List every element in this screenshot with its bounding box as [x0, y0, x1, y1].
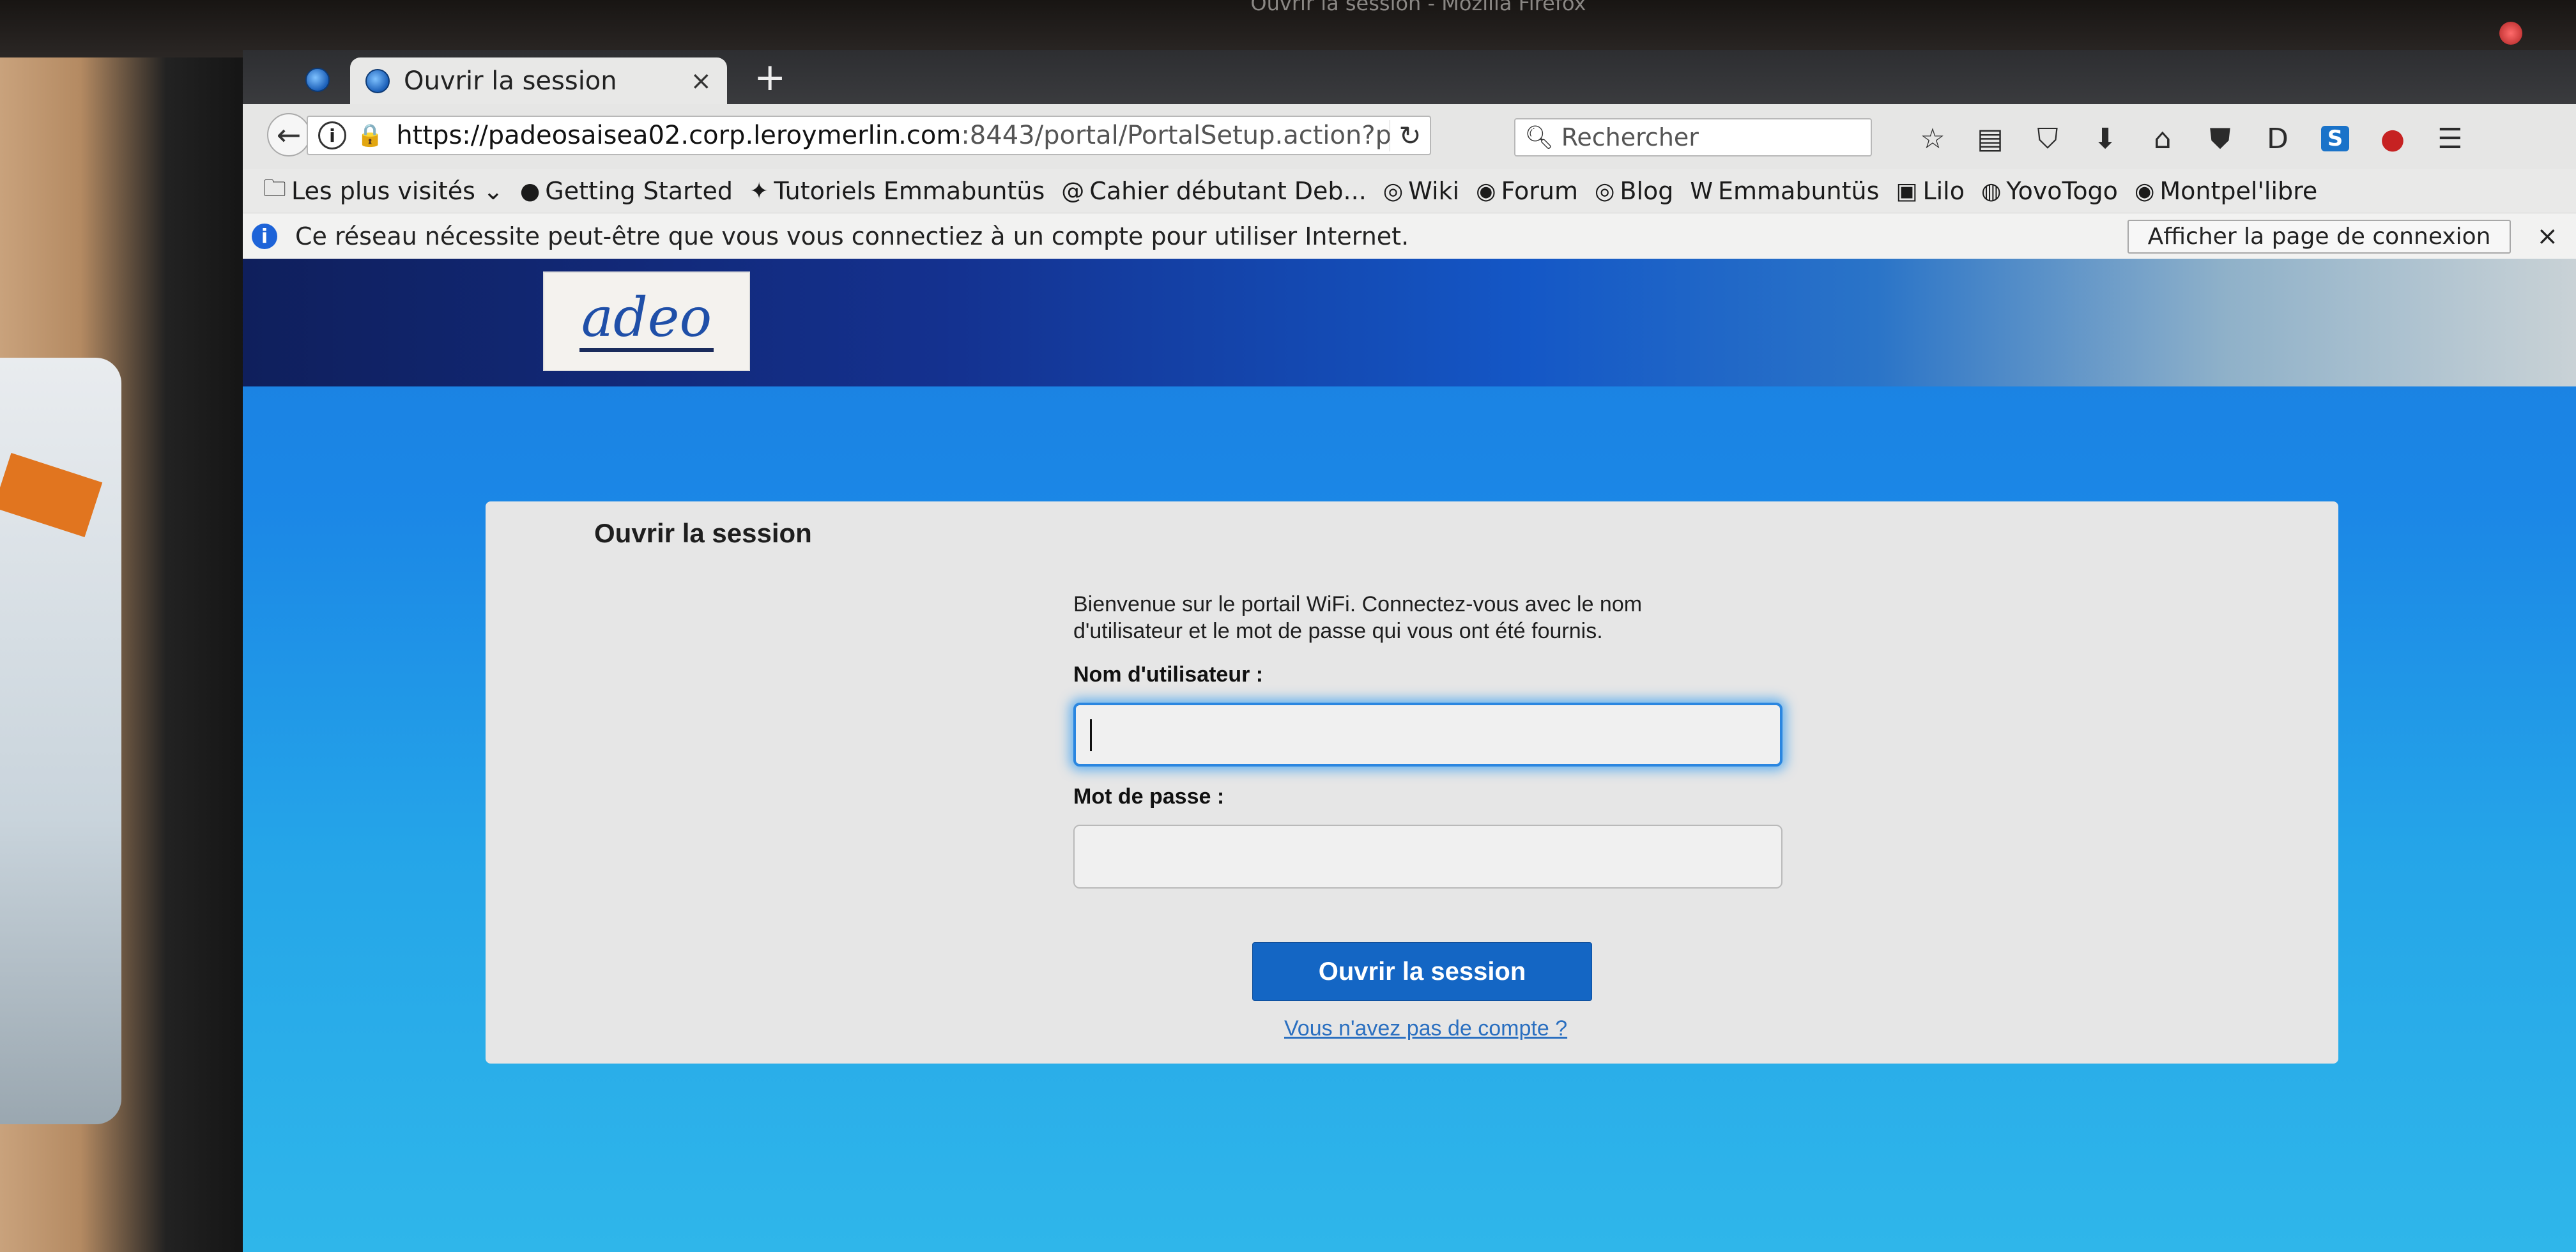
adeo-logo: adeo — [543, 271, 750, 371]
no-account-link[interactable]: Vous n'avez pas de compte ? — [1284, 1016, 1567, 1041]
url-path: :8443/portal/PortalSetup.action?portal= — [961, 121, 1390, 150]
bookmark-montpellibre[interactable]: ◉ Montpel'libre — [2135, 177, 2317, 205]
portal-header: adeo — [243, 259, 2576, 386]
back-button[interactable]: ← — [267, 113, 310, 156]
tab-title: Ouvrir la session — [404, 66, 617, 96]
navigation-toolbar: ← i 🔒 https://padeosaisea02.corp.leroyme… — [243, 104, 2576, 170]
login-button[interactable]: Ouvrir la session — [1252, 942, 1592, 1001]
bookmark-wiki[interactable]: ◎ Wiki — [1383, 177, 1459, 205]
login-form: Bienvenue sur le portail WiFi. Connectez… — [1073, 591, 1789, 889]
globe-icon: ◉ — [2134, 178, 2155, 204]
bookmark-blog[interactable]: ◎ Blog — [1595, 177, 1673, 205]
lock-icon: 🔒 — [356, 123, 384, 148]
bookmark-forum[interactable]: ◉ Forum — [1476, 177, 1578, 205]
menu-icon[interactable]: ☰ — [2421, 123, 2479, 155]
home-icon[interactable]: ⌂ — [2134, 123, 2191, 155]
window-close-icon[interactable] — [2499, 22, 2522, 45]
pinned-tab[interactable] — [299, 60, 336, 100]
captive-portal-message: Ce réseau nécessite peut-être que vous v… — [295, 222, 1409, 250]
url-text[interactable]: https://padeosaisea02.corp.leroymerlin.c… — [396, 121, 1390, 150]
toolbar-icons: ☆ ▤ ⛉ ⬇ ⌂ ⛊ D S ● ☰ — [1904, 119, 2479, 158]
lilo-icon: ▣ — [1896, 178, 1918, 204]
tab-active[interactable]: Ouvrir la session × — [350, 57, 727, 104]
reading-list-icon[interactable]: ▤ — [1961, 123, 2019, 155]
globe-icon: ◉ — [1476, 178, 1496, 204]
s-extension-icon[interactable]: S — [2321, 126, 2349, 151]
shield-icon[interactable]: ⛊ — [2191, 123, 2249, 155]
globe-icon — [305, 68, 330, 92]
bookmark-emmabuntus[interactable]: W Emmabuntüs — [1690, 177, 1879, 205]
panel-title: Ouvrir la session — [594, 518, 812, 548]
text-caret — [1090, 719, 1092, 751]
star-icon[interactable]: ☆ — [1904, 123, 1961, 155]
folder-icon: 🗀 — [263, 175, 287, 202]
captive-portal-notification: i Ce réseau nécessite peut-être que vous… — [243, 213, 2576, 260]
info-icon: i — [252, 224, 277, 249]
password-label: Mot de passe : — [1073, 784, 1225, 809]
bookmark-cahier-debutant[interactable]: @ Cahier débutant Deb... — [1061, 177, 1367, 205]
login-panel: Ouvrir la session Bienvenue sur le porta… — [486, 501, 2338, 1064]
username-label: Nom d'utilisateur : — [1073, 662, 1264, 687]
info-icon[interactable]: i — [318, 121, 346, 149]
w-icon: W — [1690, 178, 1713, 204]
yovotogo-icon: ◍ — [1981, 178, 2002, 204]
search-input[interactable]: 🔍︎ Rechercher — [1514, 118, 1872, 156]
os-window-title: Ouvrir la session - Mozilla Firefox — [1250, 0, 1586, 15]
d-extension-icon[interactable]: D — [2249, 123, 2306, 155]
bookmark-tutoriels[interactable]: ✦ Tutoriels Emmabuntüs — [749, 177, 1045, 205]
url-bar[interactable]: i 🔒 https://padeosaisea02.corp.leroymerl… — [307, 116, 1431, 155]
new-tab-button[interactable]: + — [754, 55, 786, 100]
pocket-icon[interactable]: ⛉ — [2019, 123, 2076, 155]
firefox-window: Ouvrir la session × + ← i 🔒 https://pade… — [243, 50, 2576, 1252]
os-title-bar: Ouvrir la session - Mozilla Firefox — [0, 0, 2576, 57]
bookmark-getting-started[interactable]: ● Getting Started — [520, 177, 733, 205]
bookmark-most-visited[interactable]: 🗀 Les plus visités ⌄ — [263, 172, 503, 211]
logo-text: adeo — [581, 286, 712, 349]
tab-close-icon[interactable]: × — [690, 66, 712, 96]
show-login-page-button[interactable]: Afficher la page de connexion — [2127, 219, 2511, 254]
close-notification-icon[interactable]: × — [2536, 222, 2558, 251]
username-field[interactable] — [1073, 703, 1782, 767]
debian-icon: @ — [1061, 178, 1085, 204]
url-host: https://padeosaisea02.corp.leroymerlin.c… — [396, 121, 962, 150]
search-icon: 🔍︎ — [1524, 125, 1554, 151]
bookmark-yovotogo[interactable]: ◍ YovoTogo — [1981, 177, 2118, 205]
firefox-icon: ● — [519, 178, 540, 204]
red-extension-icon[interactable]: ● — [2364, 123, 2421, 155]
search-placeholder: Rechercher — [1561, 123, 1699, 151]
blog-icon: ◎ — [1594, 178, 1615, 204]
tutorial-icon: ✦ — [749, 178, 769, 204]
bookmark-lilo[interactable]: ▣ Lilo — [1896, 177, 1965, 205]
portal-page: adeo Ouvrir la session Bienvenue sur le … — [243, 259, 2576, 1252]
globe-icon — [365, 68, 390, 93]
bookmarks-toolbar: 🗀 Les plus visités ⌄ ● Getting Started ✦ Tu… — [243, 169, 2576, 213]
wiki-icon: ◎ — [1383, 178, 1404, 204]
reload-icon[interactable]: ↻ — [1390, 119, 1430, 151]
logo-underline — [579, 348, 714, 352]
download-icon[interactable]: ⬇ — [2076, 123, 2134, 155]
password-field[interactable] — [1073, 825, 1782, 889]
welcome-text: Bienvenue sur le portail WiFi. Connectez… — [1073, 592, 1643, 643]
tab-strip: Ouvrir la session × + — [243, 50, 2576, 104]
